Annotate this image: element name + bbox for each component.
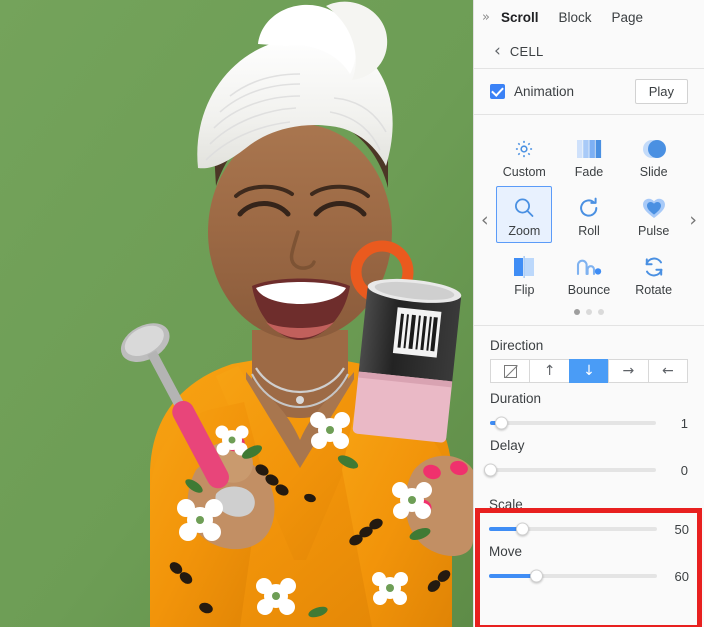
duration-slider-row: 1 — [490, 412, 688, 434]
bounce-arc-icon — [575, 252, 603, 282]
heart-icon — [641, 193, 667, 223]
delay-value: 0 — [680, 462, 688, 478]
effects-prev-icon[interactable]: ‹ — [481, 211, 489, 230]
move-label: Move — [489, 544, 523, 559]
arrow-up-icon: ↑ — [543, 363, 556, 379]
effects-grid: Custom Fade Slide Zoom Roll Pulse Flip B… — [474, 127, 704, 302]
duration-slider-thumb[interactable] — [495, 416, 509, 430]
photo-illustration — [0, 0, 473, 627]
pager-dot-2[interactable] — [586, 309, 592, 315]
effect-flip[interactable]: Flip — [496, 245, 552, 302]
rotate-arrows-icon — [641, 252, 667, 282]
move-slider-row: 60 — [489, 565, 689, 587]
app-root: » Scroll Block Page ‹ CELL Animation Pla… — [0, 0, 704, 627]
fade-bars-icon — [576, 134, 602, 164]
delay-slider-row: 0 — [483, 459, 688, 481]
effect-roll[interactable]: Roll — [561, 186, 617, 243]
move-slider-thumb[interactable] — [529, 569, 543, 583]
arrow-down-icon: ↓ — [583, 363, 595, 379]
preview-photo — [0, 0, 473, 627]
back-chevron-icon[interactable]: ‹ — [494, 43, 501, 60]
animation-label: Animation — [514, 84, 575, 99]
play-button[interactable]: Play — [634, 79, 688, 104]
delay-slider-track[interactable] — [483, 463, 656, 477]
direction-none-button[interactable] — [490, 359, 530, 383]
duration-value: 1 — [680, 415, 688, 431]
flip-bars-icon — [511, 252, 537, 282]
breadcrumb-label: CELL — [509, 44, 544, 59]
move-value: 60 — [674, 568, 689, 584]
direction-label: Direction — [490, 338, 544, 353]
effect-slide-label: Slide — [639, 165, 668, 179]
arrow-left-icon: ← — [661, 363, 674, 379]
effect-rotate[interactable]: Rotate — [626, 245, 682, 302]
effect-pulse[interactable]: Pulse — [626, 186, 682, 243]
scale-slider-row: 50 — [489, 518, 689, 540]
effect-fade-label: Fade — [574, 165, 604, 179]
tab-page[interactable]: Page — [612, 10, 644, 25]
effect-bounce[interactable]: Bounce — [561, 245, 617, 302]
tab-block[interactable]: Block — [558, 10, 591, 25]
direction-left-button[interactable]: ← — [647, 359, 689, 383]
delay-label: Delay — [490, 438, 525, 453]
arrow-right-icon: → — [622, 363, 635, 379]
direction-up-button[interactable]: ↑ — [529, 359, 569, 383]
effects-next-icon[interactable]: › — [689, 211, 697, 230]
pager-dot-3[interactable] — [598, 309, 604, 315]
scale-value: 50 — [674, 521, 689, 537]
pager-dot-1[interactable] — [574, 309, 580, 315]
animation-row: Animation Play — [474, 69, 704, 115]
scale-slider-thumb[interactable] — [516, 522, 530, 536]
settings-panel: » Scroll Block Page ‹ CELL Animation Pla… — [473, 0, 704, 627]
collapse-panel-icon[interactable]: » — [482, 11, 490, 24]
scale-label: Scale — [489, 497, 523, 512]
effects-pager — [474, 302, 704, 321]
move-slider-track[interactable] — [489, 569, 657, 583]
effect-zoom-label: Zoom — [508, 224, 541, 238]
breadcrumb: ‹ CELL — [474, 35, 704, 69]
direction-right-button[interactable]: → — [608, 359, 648, 383]
scale-slider-track[interactable] — [489, 522, 657, 536]
effect-slide[interactable]: Slide — [626, 127, 682, 184]
slide-circle-icon — [640, 134, 668, 164]
animation-checkbox[interactable] — [490, 84, 505, 99]
highlighted-options: Scale 50 Move 60 — [474, 485, 704, 587]
effect-bounce-label: Bounce — [567, 283, 611, 297]
delay-slider-thumb[interactable] — [483, 463, 497, 477]
options-section: Direction ↑ ↓ → ← Duration 1 Delay 0 — [474, 326, 704, 481]
effect-custom-label: Custom — [502, 165, 546, 179]
direction-down-button[interactable]: ↓ — [568, 359, 609, 383]
effects-section: ‹ › Custom Fade Slide Zoom Roll Pulse Fl… — [474, 115, 704, 326]
effect-pulse-label: Pulse — [638, 224, 670, 238]
none-slash-icon — [503, 364, 517, 378]
direction-button-group: ↑ ↓ → ← — [490, 359, 689, 383]
effect-rotate-label: Rotate — [635, 283, 673, 297]
duration-slider-track[interactable] — [490, 416, 656, 430]
effect-roll-label: Roll — [578, 224, 600, 238]
effect-custom[interactable]: Custom — [496, 127, 552, 184]
duration-label: Duration — [490, 391, 542, 406]
roll-arrow-icon — [577, 193, 601, 223]
effect-zoom[interactable]: Zoom — [496, 186, 553, 243]
tab-bar: » Scroll Block Page — [474, 0, 704, 35]
magnifier-icon — [512, 193, 536, 223]
tab-scroll[interactable]: Scroll — [501, 10, 539, 25]
effect-fade[interactable]: Fade — [561, 127, 617, 184]
effect-flip-label: Flip — [514, 283, 535, 297]
gear-icon — [513, 134, 535, 164]
